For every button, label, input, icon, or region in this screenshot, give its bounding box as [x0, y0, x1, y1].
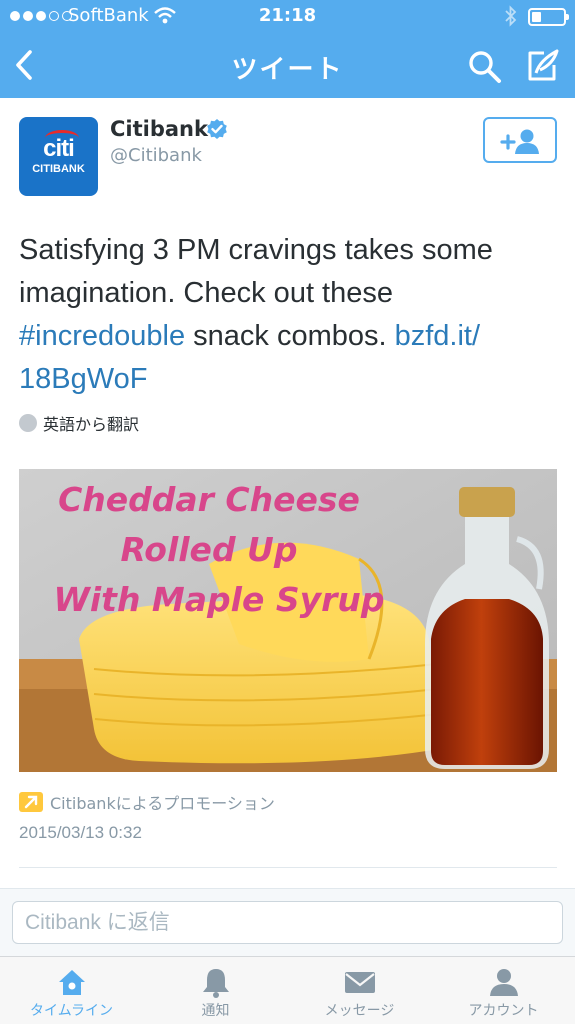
translate-label: 英語から翻訳	[43, 415, 140, 434]
nav-bar: ツイート	[0, 34, 575, 98]
promoted-arrow-icon	[19, 792, 43, 812]
person-icon	[489, 969, 518, 996]
tab-bar: タイムライン 通知 メッセージ アカウント	[0, 956, 575, 1024]
promoted-label: Citibankによるプロモーション	[19, 790, 275, 814]
reply-bar	[0, 888, 575, 956]
add-user-icon	[500, 129, 539, 154]
tab-account[interactable]: アカウント	[432, 957, 575, 1024]
follow-button[interactable]	[483, 117, 557, 163]
tab-messages[interactable]: メッセージ	[288, 957, 431, 1024]
reply-input[interactable]	[12, 901, 563, 944]
status-bar: SoftBank 21:18	[0, 0, 575, 34]
tab-notifications[interactable]: 通知	[144, 957, 287, 1024]
verified-badge-icon	[207, 119, 227, 139]
tweet-text-part2: snack combos.	[185, 320, 395, 352]
media-caption-line-2: Rolled Up	[121, 530, 298, 569]
envelope-icon	[344, 972, 375, 993]
translate-button[interactable]: 英語から翻訳	[19, 411, 139, 435]
bluetooth-icon	[505, 5, 517, 27]
tweet-text: Satisfying 3 PM cravings takes some imag…	[19, 229, 559, 401]
search-icon[interactable]	[466, 48, 504, 86]
top-bar: SoftBank 21:18 ツイート	[0, 0, 575, 98]
status-time: 21:18	[258, 5, 317, 26]
promoted-text: Citibankによるプロモーション	[50, 794, 275, 813]
avatar-logo-subtext: CITIBANK	[32, 163, 85, 175]
globe-icon	[19, 414, 37, 432]
tab-label: メッセージ	[324, 1003, 395, 1019]
home-icon	[58, 970, 85, 995]
media-caption-line-1: Cheddar Cheese	[58, 480, 360, 519]
tweet-media-image[interactable]: Cheddar Cheese Rolled Up With Maple Syru…	[19, 469, 557, 772]
media-caption-line-3: With Maple Syrup	[53, 580, 384, 619]
author-name[interactable]: Citibank	[110, 117, 208, 141]
avatar-logo-text: citi	[43, 135, 75, 162]
avatar[interactable]: citi CITIBANK	[19, 117, 98, 196]
bell-icon	[202, 969, 229, 998]
tab-timeline[interactable]: タイムライン	[0, 957, 143, 1024]
tab-label: タイムライン	[29, 1003, 114, 1019]
tweet-text-part1: Satisfying 3 PM cravings takes some imag…	[19, 234, 493, 309]
tweet-timestamp: 2015/03/13 0:32	[19, 823, 142, 842]
author-handle[interactable]: @Citibank	[110, 145, 202, 166]
tab-label: 通知	[201, 1003, 230, 1019]
tab-label: アカウント	[468, 1003, 539, 1019]
divider	[19, 867, 557, 868]
hashtag-link[interactable]: #incredouble	[19, 320, 185, 352]
compose-icon[interactable]	[522, 46, 562, 86]
battery-icon	[528, 8, 569, 26]
